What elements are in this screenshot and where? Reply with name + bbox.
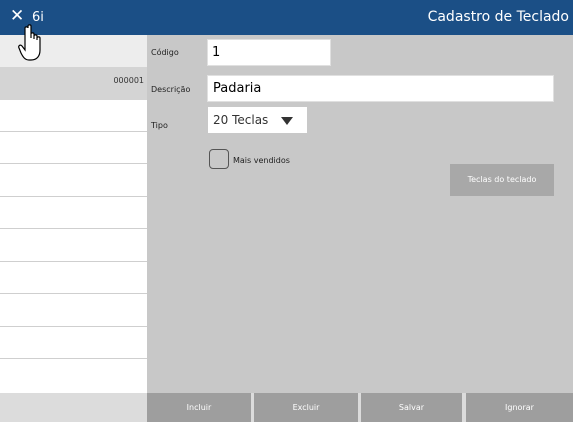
list-item[interactable] — [0, 230, 147, 262]
descricao-label: Descrição — [151, 85, 191, 94]
tipo-select[interactable]: 20 Teclas — [208, 107, 307, 133]
list-item[interactable] — [0, 262, 147, 294]
tipo-label: Tipo — [151, 121, 168, 130]
mais-vendidos-checkbox[interactable] — [209, 149, 229, 169]
ignorar-button[interactable]: Ignorar — [466, 393, 573, 422]
record-code: 000001 — [113, 76, 144, 85]
list-item[interactable] — [0, 360, 147, 392]
codigo-label: Código — [151, 48, 179, 57]
action-toolbar: Incluir Excluir Salvar Ignorar — [0, 393, 573, 422]
list-item-selected[interactable]: 000001 — [0, 67, 147, 100]
excluir-button[interactable]: Excluir — [254, 393, 358, 422]
mais-vendidos-label: Mais vendidos — [233, 156, 290, 165]
app-label: 6i — [32, 10, 44, 25]
record-list: 000001 — [0, 35, 147, 393]
incluir-button[interactable]: Incluir — [147, 393, 251, 422]
list-item[interactable] — [0, 132, 147, 164]
hand-cursor-icon — [18, 24, 41, 61]
close-icon[interactable]: ✕ — [10, 8, 24, 25]
list-item[interactable] — [0, 295, 147, 327]
tipo-select-value: 20 Teclas — [213, 113, 269, 127]
window-title: Cadastro de Teclado — [427, 9, 569, 25]
list-item[interactable] — [0, 165, 147, 197]
descricao-field[interactable]: Padaria — [207, 75, 554, 102]
codigo-field[interactable]: 1 — [207, 39, 331, 66]
list-item[interactable] — [0, 197, 147, 229]
title-bar: ✕ 6i Cadastro de Teclado — [0, 0, 573, 35]
salvar-button[interactable]: Salvar — [361, 393, 462, 422]
teclas-do-teclado-button[interactable]: Teclas do teclado — [450, 164, 554, 196]
list-item[interactable] — [0, 327, 147, 359]
list-item[interactable] — [0, 100, 147, 132]
chevron-down-icon — [281, 117, 293, 125]
